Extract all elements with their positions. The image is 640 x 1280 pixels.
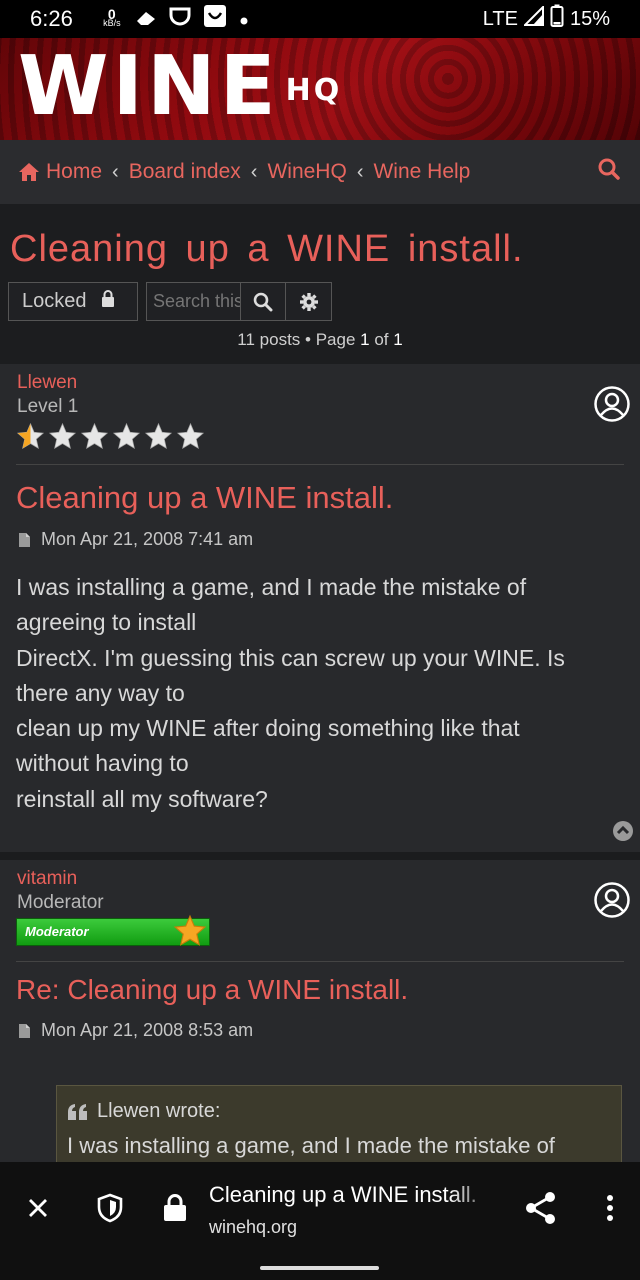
quote-icon <box>67 1103 89 1121</box>
tracking-protection-icon[interactable] <box>96 1193 124 1223</box>
home-icon <box>18 162 40 182</box>
browser-url-host[interactable]: winehq.org <box>209 1217 297 1238</box>
search-icon[interactable] <box>598 158 620 186</box>
chevron-up-icon <box>612 820 634 842</box>
shield-app-icon <box>169 6 191 32</box>
post-file-icon[interactable] <box>18 532 31 548</box>
post-title[interactable]: Re: Cleaning up a WINE install. <box>16 974 408 1006</box>
search-topic-input[interactable] <box>147 283 241 320</box>
star-icon <box>80 422 109 449</box>
post-author[interactable]: vitamin <box>17 868 77 890</box>
search-icon <box>253 292 273 312</box>
avatar-icon[interactable] <box>594 386 630 422</box>
author-rank: Moderator <box>17 892 104 913</box>
post-author[interactable]: Llewen <box>17 372 77 394</box>
breadcrumb: Home ‹ Board index ‹ WineHQ ‹ Wine Help <box>0 140 640 204</box>
battery-level: 15% <box>569 7 610 30</box>
post-title[interactable]: Cleaning up a WINE install. <box>16 480 393 516</box>
notification-dot-icon <box>239 6 249 32</box>
rank-stars <box>16 422 205 451</box>
divider <box>16 464 624 465</box>
eraser-icon <box>135 6 157 32</box>
star-icon <box>112 422 141 449</box>
advanced-search-button[interactable] <box>286 283 331 320</box>
winehq-logo[interactable]: WINE HQ <box>18 46 342 128</box>
post-date: Mon Apr 21, 2008 7:41 am <box>18 529 253 550</box>
star-icon <box>144 422 173 449</box>
home-gesture-handle[interactable] <box>260 1266 379 1270</box>
breadcrumb-winehq[interactable]: WineHQ <box>267 160 346 184</box>
star-icon <box>176 422 205 449</box>
breadcrumb-home[interactable]: Home <box>18 160 102 184</box>
author-rank: Level 1 <box>17 396 79 417</box>
quote-header: Llewen wrote: <box>67 1100 611 1123</box>
post-date: Mon Apr 21, 2008 8:53 am <box>18 1020 253 1041</box>
browser-toolbar: Cleaning up a WINE install. winehq.org <box>0 1162 640 1254</box>
site-banner: WINE HQ <box>0 38 640 140</box>
post: vitamin Moderator Moderator Re: Cleaning… <box>0 860 640 1185</box>
breadcrumb-board-index[interactable]: Board index <box>129 160 241 184</box>
star-icon <box>173 914 207 957</box>
star-icon <box>48 422 77 449</box>
browser-page-title[interactable]: Cleaning up a WINE install. <box>209 1182 499 1208</box>
divider <box>16 961 624 962</box>
network-type: LTE <box>482 7 518 30</box>
lock-icon[interactable] <box>163 1194 187 1222</box>
gear-icon <box>299 292 319 312</box>
pagination-info: 11 posts • Page 1 of 1 <box>237 330 403 349</box>
lock-icon <box>101 289 115 314</box>
gesture-navigation-bar <box>0 1254 640 1280</box>
share-icon[interactable] <box>524 1191 558 1225</box>
search-button[interactable] <box>241 283 286 320</box>
star-icon <box>16 422 45 449</box>
avatar-icon[interactable] <box>594 882 630 918</box>
status-time: 6:26 <box>30 6 73 31</box>
topic-search <box>146 282 332 321</box>
topic-title[interactable]: Cleaning up a WINE install. <box>10 228 524 271</box>
more-menu-icon[interactable] <box>605 1193 615 1223</box>
post: Llewen Level 1 Cleaning up a WINE instal… <box>0 364 640 852</box>
status-bar: 6:26 0 kB/s LTE 15% <box>0 0 640 38</box>
post-body: I was installing a game, and I made the … <box>16 574 565 812</box>
quote-text: I was installing a game, and I made the … <box>67 1133 555 1158</box>
locked-button[interactable]: Locked <box>8 282 138 321</box>
battery-icon <box>550 4 564 34</box>
back-to-top-button[interactable] <box>612 820 634 842</box>
breadcrumb-wine-help[interactable]: Wine Help <box>373 160 470 184</box>
signal-icon <box>522 4 544 32</box>
smile-app-icon <box>203 4 227 34</box>
net-speed-indicator: 0 kB/s <box>103 6 121 28</box>
post-file-icon[interactable] <box>18 1023 31 1039</box>
close-icon[interactable] <box>26 1196 50 1220</box>
moderator-badge: Moderator <box>16 914 210 946</box>
topic-header: Cleaning up a WINE install. Locked 11 po… <box>0 204 640 364</box>
